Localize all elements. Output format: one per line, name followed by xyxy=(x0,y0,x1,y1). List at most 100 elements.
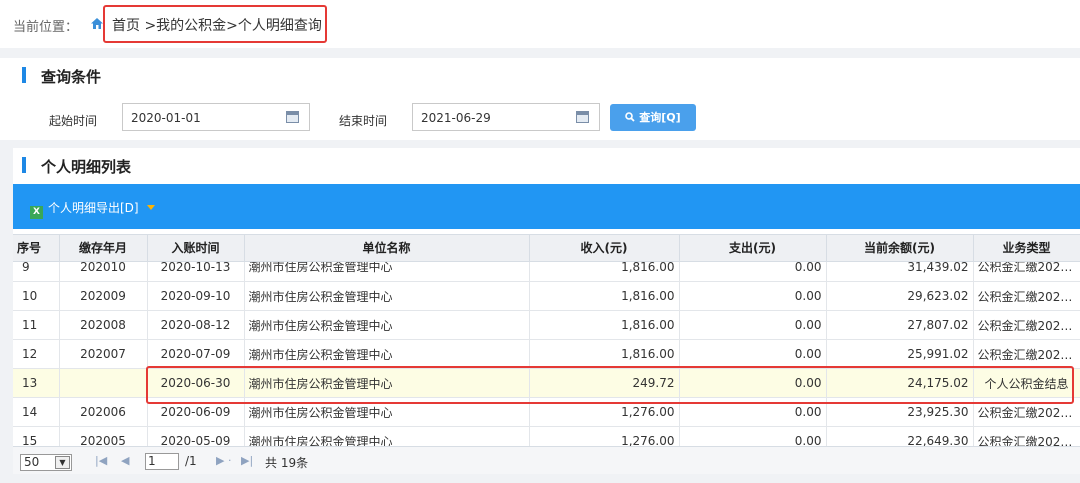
calendar-icon[interactable] xyxy=(286,111,299,123)
table-row[interactable]: 9 202010 2020-10-13 潮州市住房公积金管理中心 1,816.00 0.0… xyxy=(13,261,1080,282)
cell-date: 2020-08-12 xyxy=(147,310,245,340)
cell-type: 公积金汇缴202005... xyxy=(973,426,1080,446)
cell-unit: 潮州市住房公积金管理中心 xyxy=(244,261,530,282)
cell-ym: 202010 xyxy=(59,261,148,282)
cell-income: 1,276.00 xyxy=(529,397,680,427)
cell-seq: 12 xyxy=(13,339,60,369)
last-page-icon[interactable]: ▶| xyxy=(241,454,253,467)
col-balance[interactable]: 当前余额(元) xyxy=(826,235,974,262)
cell-balance: 25,991.02 xyxy=(826,339,974,369)
list-section-title: 个人明细列表 xyxy=(41,158,132,176)
query-button-label: 查询[Q] xyxy=(639,111,681,124)
grid-toolbar: X 个人明细导出[D] xyxy=(13,184,1080,229)
cell-income: 1,816.00 xyxy=(529,310,680,340)
cell-balance: 23,925.30 xyxy=(826,397,974,427)
home-icon[interactable] xyxy=(90,17,104,30)
cell-type: 公积金汇缴202010... xyxy=(973,261,1080,282)
calendar-icon[interactable] xyxy=(576,111,589,123)
cell-balance: 22,649.30 xyxy=(826,426,974,446)
cell-ym: 202005 xyxy=(59,426,148,446)
total-count: 共 19条 xyxy=(265,456,309,470)
table-row[interactable]: 10 202009 2020-09-10 潮州市住房公积金管理中心 1,816.00 0.… xyxy=(13,281,1080,311)
col-income[interactable]: 收入(元) xyxy=(529,235,680,262)
table-row[interactable]: 15 202005 2020-05-09 潮州市住房公积金管理中心 1,276.00 0.… xyxy=(13,426,1080,446)
prev-page-icon[interactable]: ◀ xyxy=(121,454,129,467)
cell-date: 2020-05-09 xyxy=(147,426,245,446)
breadcrumb[interactable]: 首页 >我的公积金>个人明细查询 xyxy=(112,15,322,35)
cell-type: 个人公积金结息 xyxy=(973,368,1080,398)
cell-balance: 31,439.02 xyxy=(826,261,974,282)
cell-ym: 202007 xyxy=(59,339,148,369)
col-expense[interactable]: 支出(元) xyxy=(679,235,827,262)
cell-date: 2020-06-30 xyxy=(147,368,245,398)
chevron-down-icon[interactable]: ▼ xyxy=(55,456,70,469)
col-seq[interactable]: 序号 xyxy=(13,235,60,262)
cell-date: 2020-10-13 xyxy=(147,261,245,282)
divider xyxy=(0,140,1080,148)
cell-type: 公积金汇缴202009... xyxy=(973,281,1080,311)
next-page-icon[interactable]: ▶ · xyxy=(216,454,231,467)
pagination-bar: 50 ▼ |◀ ◀ 1 /1 ▶ · ▶| 共 19条 xyxy=(13,446,1080,474)
table-body[interactable]: 9 202010 2020-10-13 潮州市住房公积金管理中心 1,816.00 0.0… xyxy=(13,261,1080,446)
cell-ym xyxy=(59,368,148,398)
cell-date: 2020-07-09 xyxy=(147,339,245,369)
cell-expense: 0.00 xyxy=(679,397,827,427)
cell-type: 公积金汇缴202008... xyxy=(973,310,1080,340)
table-row[interactable]: 12 202007 2020-07-09 潮州市住房公积金管理中心 1,816.00 0.… xyxy=(13,339,1080,369)
cell-income: 1,816.00 xyxy=(529,281,680,311)
cell-expense: 0.00 xyxy=(679,368,827,398)
cell-ym: 202008 xyxy=(59,310,148,340)
col-type[interactable]: 业务类型 xyxy=(973,235,1080,262)
table-row[interactable]: 14 202006 2020-06-09 潮州市住房公积金管理中心 1,276.00 0.… xyxy=(13,397,1080,427)
cell-expense: 0.00 xyxy=(679,310,827,340)
total-pages: /1 xyxy=(185,454,197,468)
end-date-input[interactable]: 2021-06-29 xyxy=(412,103,600,131)
end-date-label: 结束时间 xyxy=(339,114,388,128)
col-unit[interactable]: 单位名称 xyxy=(244,235,530,262)
bottom-margin xyxy=(0,474,1080,483)
cell-expense: 0.00 xyxy=(679,281,827,311)
col-date[interactable]: 入账时间 xyxy=(147,235,245,262)
export-button[interactable]: X 个人明细导出[D] xyxy=(30,199,155,219)
first-page-icon[interactable]: |◀ xyxy=(95,454,107,467)
cell-balance: 24,175.02 xyxy=(826,368,974,398)
cell-date: 2020-09-10 xyxy=(147,281,245,311)
page-number-input[interactable]: 1 xyxy=(145,453,179,470)
cell-ym: 202009 xyxy=(59,281,148,311)
col-month[interactable]: 缴存年月 xyxy=(59,235,148,262)
chevron-down-icon[interactable] xyxy=(146,205,155,210)
cell-unit: 潮州市住房公积金管理中心 xyxy=(244,426,530,446)
excel-icon: X xyxy=(30,206,43,219)
cell-ym: 202006 xyxy=(59,397,148,427)
section-marker xyxy=(22,67,26,83)
left-margin xyxy=(0,140,13,483)
cell-type: 公积金汇缴202006... xyxy=(973,397,1080,427)
page-size-value: 50 xyxy=(24,455,40,469)
start-date-input[interactable]: 2020-01-01 xyxy=(122,103,310,131)
page-size-select[interactable]: 50 ▼ xyxy=(20,454,72,471)
end-date-value: 2021-06-29 xyxy=(421,111,491,125)
cell-income: 1,276.00 xyxy=(529,426,680,446)
cell-unit: 潮州市住房公积金管理中心 xyxy=(244,368,530,398)
cell-expense: 0.00 xyxy=(679,261,827,282)
cell-date: 2020-06-09 xyxy=(147,397,245,427)
cell-income: 249.72 xyxy=(529,368,680,398)
table-row[interactable]: 11 202008 2020-08-12 潮州市住房公积金管理中心 1,816.00 0.… xyxy=(13,310,1080,340)
cell-balance: 29,623.02 xyxy=(826,281,974,311)
cell-unit: 潮州市住房公积金管理中心 xyxy=(244,310,530,340)
cell-unit: 潮州市住房公积金管理中心 xyxy=(244,339,530,369)
divider xyxy=(0,48,1080,58)
section-marker xyxy=(22,157,26,173)
table-row[interactable]: 13 2020-06-30 潮州市住房公积金管理中心 249.72 0.00 24,175… xyxy=(13,368,1080,398)
start-date-value: 2020-01-01 xyxy=(131,111,201,125)
cell-seq: 10 xyxy=(13,281,60,311)
start-date-label: 起始时间 xyxy=(49,114,98,128)
cell-expense: 0.00 xyxy=(679,426,827,446)
cell-seq: 11 xyxy=(13,310,60,340)
cell-unit: 潮州市住房公积金管理中心 xyxy=(244,397,530,427)
query-button[interactable]: 查询[Q] xyxy=(610,104,696,131)
detail-table: 序号 缴存年月 入账时间 单位名称 收入(元) 支出(元) 当前余额(元) 业务… xyxy=(13,234,1080,446)
cell-type: 公积金汇缴202007... xyxy=(973,339,1080,369)
cell-income: 1,816.00 xyxy=(529,261,680,282)
table-header: 序号 缴存年月 入账时间 单位名称 收入(元) 支出(元) 当前余额(元) 业务… xyxy=(13,235,1080,262)
